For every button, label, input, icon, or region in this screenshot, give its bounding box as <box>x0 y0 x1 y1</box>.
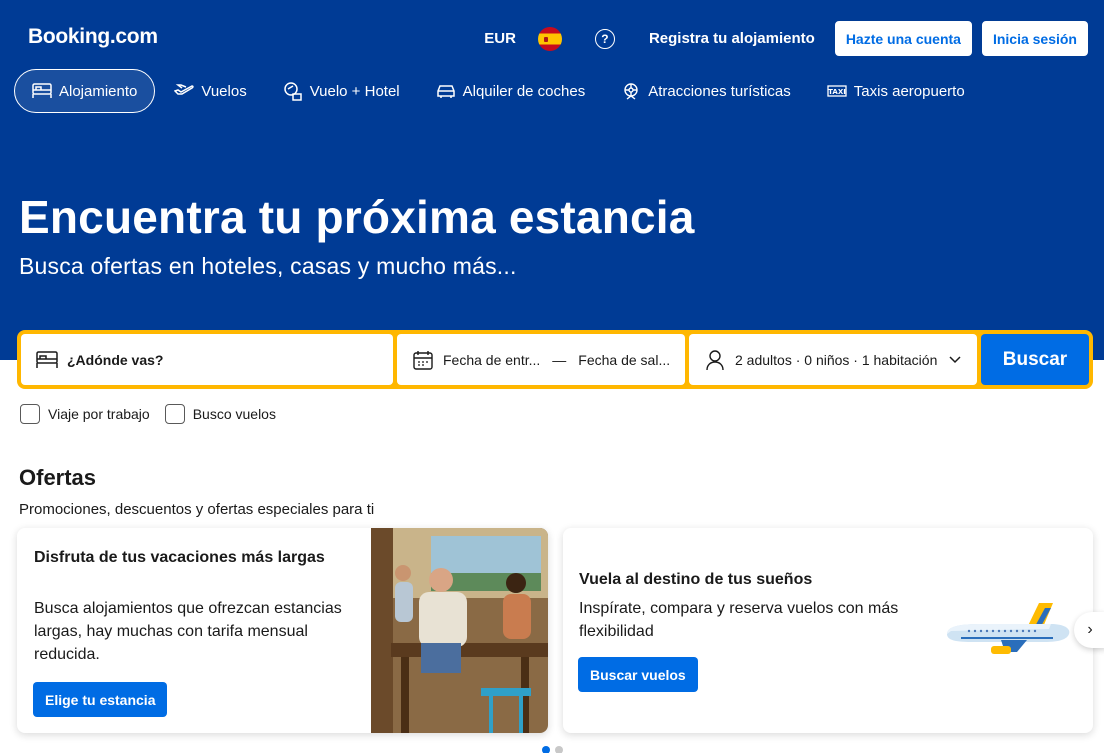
carousel-next-button[interactable]: › <box>1074 612 1104 648</box>
offer-card-title: Vuela al destino de tus sueños <box>579 571 813 588</box>
search-flights-button[interactable]: Buscar vuelos <box>578 657 698 692</box>
currency-selector[interactable]: EUR <box>484 30 516 47</box>
question-circle-icon[interactable]: ? <box>594 28 615 49</box>
choose-stay-button[interactable]: Elige tu estancia <box>33 682 168 717</box>
checkin-placeholder: Fecha de entr... <box>443 351 541 368</box>
destination-placeholder: ¿Adónde vas? <box>67 351 164 368</box>
chevron-right-icon: › <box>1087 621 1093 638</box>
booking-logo[interactable]: Booking.com <box>28 25 158 49</box>
attractions-icon <box>621 81 641 101</box>
sign-in-button[interactable]: Inicia sesión <box>981 21 1088 56</box>
svg-text:TAXI: TAXI <box>828 88 846 96</box>
hero-inner: Booking.com EUR ? Registra tu alojamient… <box>8 0 1104 360</box>
flight-hotel-icon <box>283 81 303 101</box>
taxi-icon: TAXI <box>827 81 847 101</box>
nav-item-label: Alojamiento <box>59 82 138 100</box>
carousel-dot[interactable] <box>542 746 550 753</box>
bed-icon <box>35 348 59 372</box>
offer-card-title: Disfruta de tus vacaciones más largas <box>34 549 325 566</box>
nav-item-car-rental[interactable]: Alquiler de coches <box>419 69 603 113</box>
nav-item-label: Vuelos <box>201 82 247 100</box>
destination-input[interactable]: ¿Adónde vas? <box>21 334 393 385</box>
carousel-pagination <box>542 746 568 753</box>
page-subtitle: Busca ofertas en hoteles, casas y mucho … <box>19 253 517 279</box>
hero-banner: Booking.com EUR ? Registra tu alojamient… <box>0 0 1104 360</box>
header-actions: EUR ? Registra tu alojamiento Hazte una … <box>484 21 1088 56</box>
nav-item-accommodation[interactable]: Alojamiento <box>14 69 156 113</box>
nav-item-label: Vuelo + Hotel <box>309 82 400 100</box>
work-trip-checkbox[interactable] <box>20 404 40 424</box>
guests-summary: 2 adultos · 0 niños · 1 habitación <box>735 351 938 368</box>
offer-photo <box>371 528 548 733</box>
nav-item-flight-hotel[interactable]: Vuelo + Hotel <box>266 69 417 113</box>
nav-item-flights[interactable]: Vuelos <box>157 69 263 113</box>
find-flights-option[interactable]: Busco vuelos <box>164 404 276 424</box>
nav-item-label: Alquiler de coches <box>462 82 586 100</box>
nav-item-attractions[interactable]: Atracciones turísticas <box>604 69 808 113</box>
find-flights-label: Busco vuelos <box>192 406 276 422</box>
search-button[interactable]: Buscar <box>981 334 1089 385</box>
plane-icon <box>174 81 195 101</box>
person-icon <box>703 348 727 372</box>
carousel-dot[interactable] <box>555 746 563 753</box>
checkout-placeholder: Fecha de sal... <box>578 351 671 368</box>
guests-selector[interactable]: 2 adultos · 0 niños · 1 habitación <box>689 334 977 385</box>
page-title: Encuentra tu próxima estancia <box>19 191 695 243</box>
spain-flag-icon[interactable] <box>537 26 562 51</box>
offer-card-text: Busca alojamientos que ofrezcan estancia… <box>34 600 342 663</box>
date-picker[interactable]: Fecha de entr... — Fecha de sal... <box>397 334 685 385</box>
bed-icon <box>32 81 52 101</box>
nav-item-label: Atracciones turísticas <box>648 82 791 100</box>
offers-subtitle: Promociones, descuentos y ofertas especi… <box>19 501 375 518</box>
offer-card-text: Inspírate, compara y reserva vuelos con … <box>579 600 899 640</box>
main-nav: Alojamiento Vuelos Vuelo + Hotel Alquile… <box>14 69 984 113</box>
register-property-link[interactable]: Registra tu alojamiento <box>649 30 815 47</box>
work-trip-label: Viaje por trabajo <box>48 406 150 422</box>
offer-card-long-stays: Disfruta de tus vacaciones más largas Bu… <box>17 528 548 733</box>
chevron-down-icon <box>949 355 961 364</box>
offers-title: Ofertas <box>19 465 97 490</box>
offer-card-flights: Vuela al destino de tus sueños Inspírate… <box>563 528 1093 733</box>
search-options: Viaje por trabajo Busco vuelos <box>20 404 291 424</box>
create-account-button[interactable]: Hazte una cuenta <box>834 21 972 56</box>
car-icon <box>436 81 456 101</box>
nav-item-airport-taxis[interactable]: TAXI Taxis aeropuerto <box>810 69 982 113</box>
airplane-illustration <box>947 603 1070 654</box>
date-separator: — <box>552 351 567 368</box>
work-trip-option[interactable]: Viaje por trabajo <box>20 404 150 424</box>
calendar-icon <box>411 348 435 372</box>
search-bar: ¿Adónde vas? Fecha de entr... — Fecha de… <box>17 330 1093 389</box>
find-flights-checkbox[interactable] <box>164 404 185 424</box>
nav-item-label: Taxis aeropuerto <box>853 82 965 100</box>
